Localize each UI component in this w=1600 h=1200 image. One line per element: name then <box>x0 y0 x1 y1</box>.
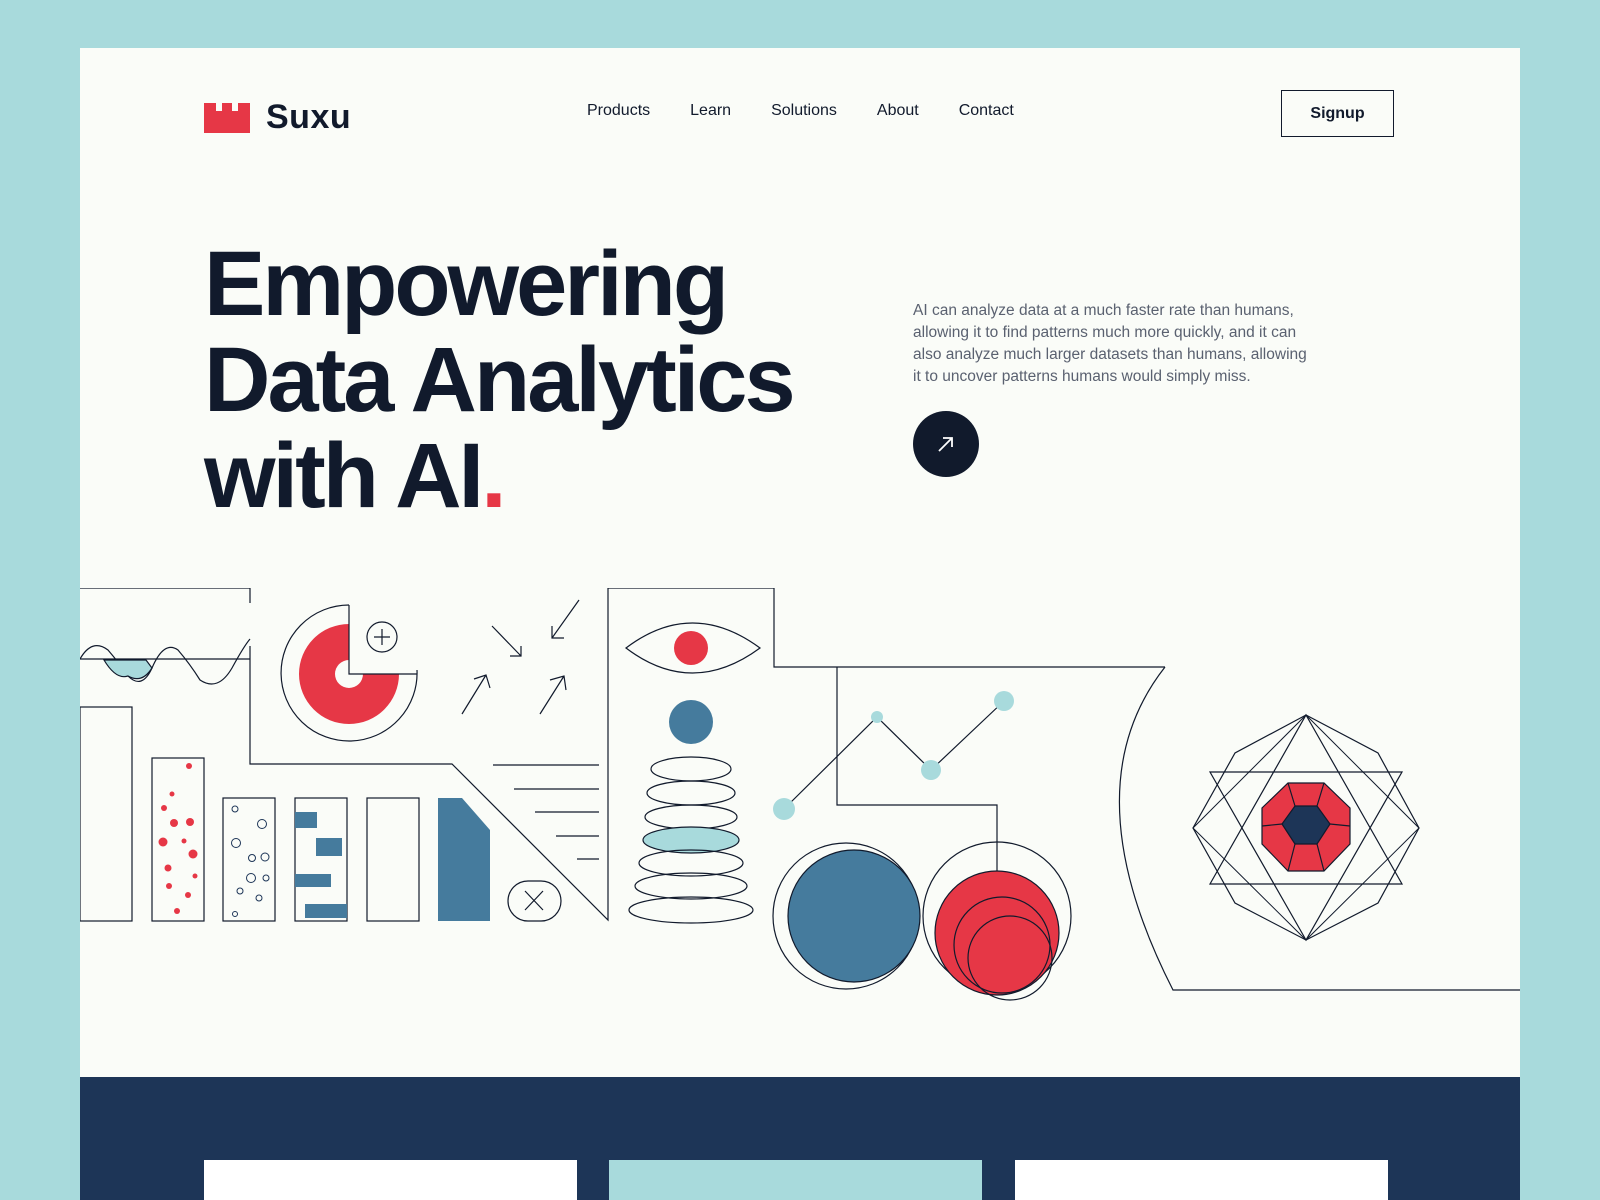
nav-about[interactable]: About <box>877 102 919 120</box>
hero-title-line-2: Data Analytics <box>204 329 796 431</box>
hero-title-line-1: Empowering <box>204 233 729 335</box>
hero-title-line-3-text: with AI <box>204 425 484 527</box>
hero-description: AI can analyze data at a much faster rat… <box>913 302 1307 385</box>
feature-card-1[interactable] <box>204 1160 577 1200</box>
hero-title-line-3: with AI. <box>204 428 793 524</box>
donut-chart <box>280 604 418 742</box>
feature-card-3[interactable] <box>1015 1160 1388 1200</box>
bar-rows <box>80 706 490 922</box>
circle-pair <box>772 841 1072 1001</box>
cta-arrow-button[interactable] <box>913 411 979 477</box>
feature-card-2[interactable] <box>609 1160 982 1200</box>
lines-stack <box>493 764 599 922</box>
hero-illustration <box>80 588 1520 1001</box>
nav-learn[interactable]: Learn <box>690 102 731 120</box>
arrows <box>461 599 580 715</box>
features-section <box>80 1077 1520 1200</box>
logo-mark-icon <box>204 102 250 133</box>
brand-name: Suxu <box>266 98 352 136</box>
nav-solutions[interactable]: Solutions <box>771 102 837 120</box>
main-nav: Products Learn Solutions About Contact <box>587 102 1014 120</box>
nav-products[interactable]: Products <box>587 102 650 120</box>
geometric-star <box>1192 713 1420 942</box>
nav-contact[interactable]: Contact <box>959 102 1014 120</box>
hero-title-dot: . <box>481 425 507 527</box>
logo[interactable]: Suxu <box>204 98 351 137</box>
stack-rings <box>628 700 754 924</box>
signup-button[interactable]: Signup <box>1281 90 1394 137</box>
page: Suxu Products Learn Solutions About Cont… <box>80 48 1520 1200</box>
arrow-up-right-icon <box>938 437 953 452</box>
eye-icon <box>625 622 762 674</box>
hero-title: Empowering Data Analytics with AI. <box>204 233 796 524</box>
wave-panel <box>80 588 1165 922</box>
